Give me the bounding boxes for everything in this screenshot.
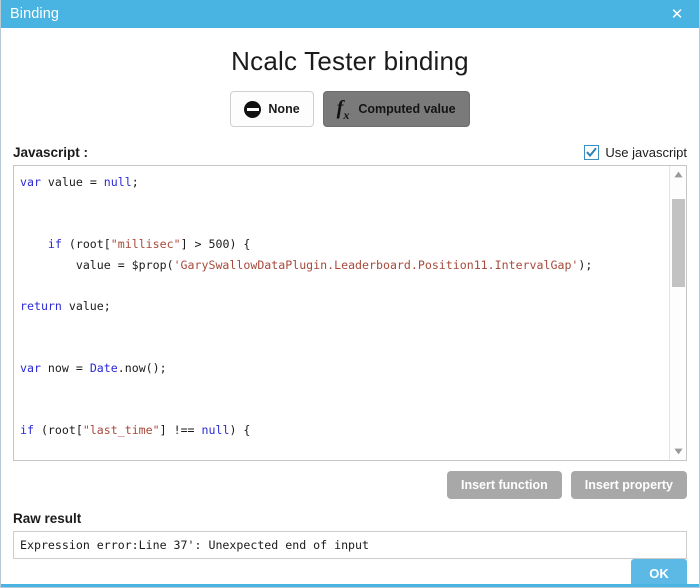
scrollbar-thumb[interactable] [672,199,685,287]
window-title: Binding [1,6,59,22]
close-icon[interactable]: ✕ [655,0,699,28]
code-text-area[interactable]: var value = null; if (root["millisec"] >… [14,166,669,460]
bottom-accent-strip [1,584,699,587]
code-line [20,400,665,421]
page-title: Ncalc Tester binding [13,46,687,77]
editor-vertical-scrollbar[interactable] [669,166,686,460]
fx-icon: fx [337,98,352,121]
javascript-label: Javascript : [13,145,88,160]
mode-button-none[interactable]: None [230,91,313,127]
title-bar: Binding ✕ [1,0,699,28]
code-line [20,317,665,338]
chevron-down-icon[interactable] [670,443,687,460]
chevron-up-icon[interactable] [670,166,687,183]
code-line: value = $prop('GarySwallowDataPlugin.Lea… [20,255,665,276]
none-circle-icon [244,101,261,118]
code-line: var now = Date.now(); [20,358,665,379]
insert-buttons-row: Insert function Insert property [13,471,687,499]
code-line [20,338,665,359]
code-line: var value = null; [20,172,665,193]
ok-button[interactable]: OK [631,559,687,587]
code-line [20,379,665,400]
code-line [20,193,665,214]
mode-button-computed-value[interactable]: fx Computed value [323,91,470,127]
code-line [20,441,665,460]
use-javascript-label: Use javascript [605,145,687,160]
raw-result-label: Raw result [13,511,687,526]
insert-property-button[interactable]: Insert property [571,471,687,499]
use-javascript-checkbox[interactable]: Use javascript [584,145,687,160]
mode-button-computed-value-label: Computed value [358,102,455,116]
binding-dialog-window: Binding ✕ Ncalc Tester binding None fx C… [0,0,700,588]
javascript-code-editor[interactable]: var value = null; if (root["millisec"] >… [13,165,687,461]
mode-button-none-label: None [268,102,299,116]
code-line [20,213,665,234]
dialog-body: Ncalc Tester binding None fx Computed va… [1,28,699,588]
insert-function-button[interactable]: Insert function [447,471,562,499]
code-line: if (root["last_time"] !== null) { [20,420,665,441]
code-line: return value; [20,296,665,317]
code-line: if (root["millisec"] > 500) { [20,234,665,255]
code-line [20,275,665,296]
binding-mode-group: None fx Computed value [13,91,687,127]
javascript-label-row: Javascript : Use javascript [13,145,687,160]
checkmark-icon[interactable] [584,145,599,160]
raw-result-field: Expression error:Line 37': Unexpected en… [13,531,687,559]
